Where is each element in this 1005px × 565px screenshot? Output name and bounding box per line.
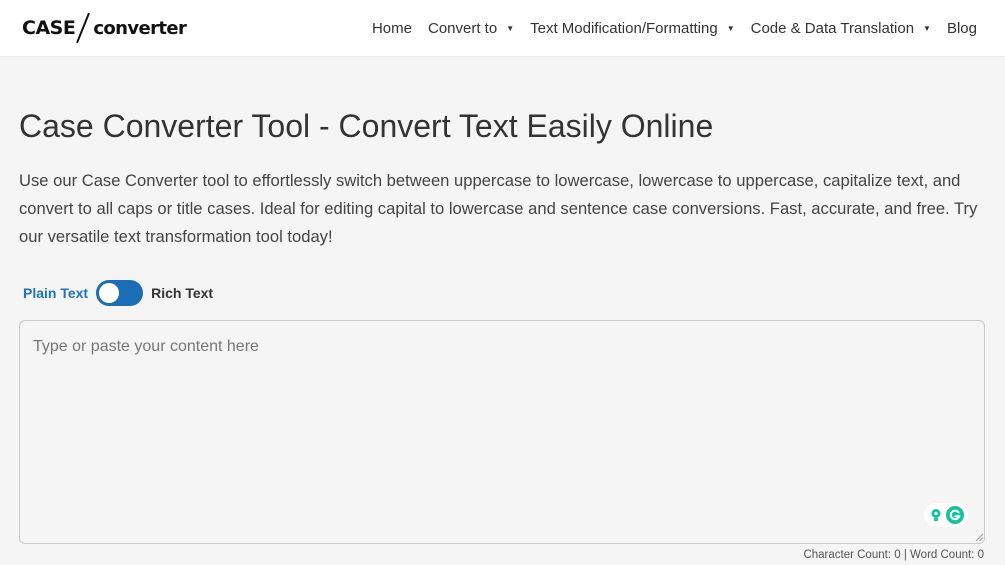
text-mode-toggle-row: Plain Text Rich Text	[23, 279, 213, 307]
logo-converter-text: converter	[93, 17, 187, 39]
main-nav: Home Convert to ▼ Text Modification/Form…	[356, 0, 977, 56]
nav-text-modification[interactable]: Text Modification/Formatting ▼	[530, 20, 735, 37]
character-count-label: Character Count:	[803, 549, 892, 561]
nav-blog[interactable]: Blog	[947, 20, 977, 37]
text-mode-switch[interactable]	[96, 280, 144, 306]
caret-down-icon: ▼	[726, 23, 735, 33]
page-title: Case Converter Tool - Convert Text Easil…	[19, 108, 714, 144]
nav-home[interactable]: Home	[372, 20, 412, 37]
grammarly-icon[interactable]	[945, 506, 964, 524]
logo-case-text: CASE	[22, 17, 76, 39]
nav-blog-label: Blog	[946, 19, 977, 37]
lightbulb-icon[interactable]	[929, 508, 943, 522]
grammarly-widget	[924, 503, 968, 527]
word-count-label: Word Count:	[910, 549, 975, 561]
caret-down-icon: ▼	[506, 23, 515, 33]
content-textarea[interactable]	[19, 320, 985, 544]
count-separator: |	[903, 549, 907, 561]
character-count-value: 0	[894, 549, 901, 561]
rich-text-label[interactable]: Rich Text	[151, 285, 213, 301]
logo-slash	[76, 12, 91, 44]
nav-code-data-label: Code & Data Translation	[750, 19, 915, 37]
switch-knob	[99, 283, 120, 303]
site-header: CASE converter Home Convert to ▼ Text Mo…	[0, 0, 1005, 57]
count-bar: Character Count: 0 | Word Count: 0	[803, 549, 984, 561]
word-count-value: 0	[977, 549, 984, 561]
page-description: Use our Case Converter tool to effortles…	[19, 171, 978, 246]
nav-convert-to[interactable]: Convert to ▼	[428, 20, 514, 37]
nav-text-modification-label: Text Modification/Formatting	[530, 19, 718, 37]
nav-convert-to-label: Convert to	[427, 19, 498, 37]
site-logo[interactable]: CASE converter	[22, 10, 187, 46]
caret-down-icon: ▼	[923, 23, 931, 33]
resize-handle-icon[interactable]	[975, 533, 983, 541]
plain-text-label[interactable]: Plain Text	[23, 285, 88, 301]
nav-code-data-translation[interactable]: Code & Data Translation ▼	[751, 20, 931, 37]
nav-home-label: Home	[371, 19, 412, 37]
